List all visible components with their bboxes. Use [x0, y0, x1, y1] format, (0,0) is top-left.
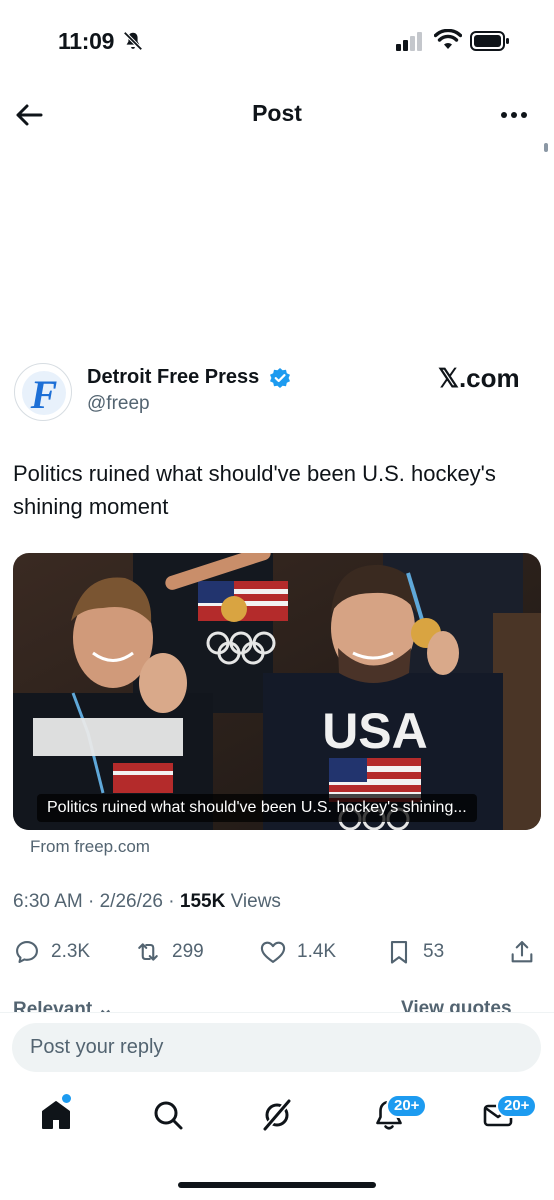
post-meta: 6:30 AM · 2/26/26 · 155K Views — [13, 891, 281, 913]
sort-dropdown[interactable]: Relevant ⌄ — [13, 998, 113, 1012]
x-com-watermark: 𝕏.com — [438, 363, 520, 393]
search-icon[interactable] — [150, 1097, 186, 1133]
reply-icon — [16, 941, 38, 963]
wifi-icon — [434, 29, 462, 49]
more-options-icon[interactable] — [496, 100, 532, 130]
link-card[interactable]: USA Politics ruined what should've been … — [13, 553, 541, 830]
share-button[interactable] — [508, 935, 546, 969]
bookmark-button[interactable]: 53 — [385, 935, 444, 969]
page-title: Post — [252, 100, 302, 126]
reply-sort-row: Relevant ⌄ View quotes — [0, 996, 554, 1012]
verified-badge-icon — [270, 368, 290, 388]
battery-icon — [470, 31, 509, 51]
heart-icon — [260, 941, 286, 963]
bookmark-count: 53 — [423, 941, 445, 962]
link-card-source[interactable]: From freep.com — [30, 837, 150, 857]
scrollbar-thumb[interactable] — [544, 143, 548, 152]
divider — [0, 1012, 554, 1013]
reply-button[interactable]: 2.3K — [13, 935, 90, 969]
sort-label: Relevant — [13, 999, 93, 1012]
avatar[interactable]: F — [14, 363, 72, 421]
home-unread-dot — [62, 1094, 71, 1103]
author-handle[interactable]: @freep — [87, 393, 150, 415]
messages-badge: 20+ — [496, 1094, 538, 1118]
cellular-signal-icon — [396, 32, 422, 51]
repost-icon — [138, 943, 158, 961]
post-timestamp[interactable]: 6:30 AM · 2/26/26 · — [13, 891, 180, 912]
reply-count: 2.3K — [51, 941, 91, 962]
link-card-caption: Politics ruined what should've been U.S.… — [37, 794, 477, 822]
bell-slash-icon — [123, 31, 143, 51]
svg-text:F: F — [30, 372, 58, 417]
repost-count: 299 — [172, 941, 204, 962]
view-quotes-link[interactable]: View quotes — [401, 998, 512, 1012]
like-count: 1.4K — [297, 941, 337, 962]
repost-button[interactable]: 299 — [134, 935, 204, 969]
freep-logo-icon: F — [22, 371, 66, 417]
views-label: Views — [225, 891, 281, 912]
home-indicator[interactable] — [178, 1182, 376, 1188]
notifications-badge: 20+ — [386, 1094, 428, 1118]
article-photo: USA — [13, 553, 541, 830]
share-icon — [511, 941, 533, 963]
views-count: 155K — [179, 891, 226, 912]
bookmark-icon — [390, 941, 408, 964]
svg-text:USA: USA — [322, 703, 428, 759]
reply-input[interactable] — [12, 1023, 541, 1072]
author-name[interactable]: Detroit Free Press — [87, 366, 259, 389]
post-text: Politics ruined what should've been U.S.… — [13, 461, 496, 519]
grok-icon[interactable] — [259, 1097, 295, 1133]
status-time: 11:09 — [58, 28, 115, 54]
like-button[interactable]: 1.4K — [259, 935, 336, 969]
